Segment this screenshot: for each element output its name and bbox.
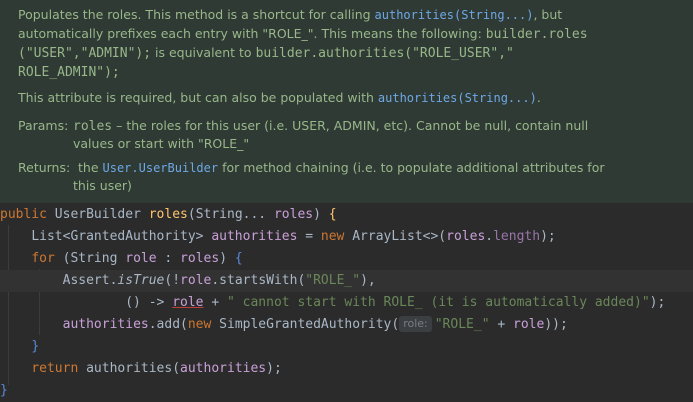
doc-text: automatically prefixes each entry with "… [18,26,486,41]
string-literal: "ROLE_" [305,273,361,288]
paren: ) [313,207,329,222]
lambda: () -> [125,295,173,310]
terminator: ), [360,273,376,288]
doc-code: builder.authorities("ROLE_USER"," [255,46,514,61]
params-tag: Params: [18,118,69,133]
code-line-7[interactable]: } [0,336,693,358]
param-type: String... [195,207,274,222]
class-ref: Assert. [62,273,118,288]
code-line-1[interactable]: public UserBuilder roles(String... roles… [0,204,693,226]
variable: authorities [62,317,149,332]
constructor: SimpleGrantedAuthority( [219,317,400,332]
keyword: public [0,207,55,222]
code-editor[interactable]: public UserBuilder roles(String... roles… [0,203,693,402]
type: String [70,251,126,266]
terminator: ); [540,229,556,244]
argument: role [513,317,545,332]
doc-paragraph-1: Populates the roles. This method is a sh… [18,6,562,25]
returns-text: the [78,160,103,175]
dot: . [485,229,494,244]
variable: authorities [211,229,298,244]
operator: : [156,251,181,266]
string-literal: "ROLE_" [434,317,490,332]
code-line-4[interactable]: Assert.isTrue(!role.startsWith("ROLE_"), [0,270,693,292]
brace: { [234,251,243,266]
doc-link-authorities-2[interactable]: authorities(String...) [378,91,537,105]
paren: ( [187,207,196,222]
variable: role [180,273,212,288]
operator: + [489,317,514,332]
param-desc: – the roles for this user (i.e. USER, AD… [112,118,589,133]
javadoc-popup: Populates the roles. This method is a sh… [0,0,693,203]
keyword: new [187,317,220,332]
doc-paragraph-1-line2: automatically prefixes each entry with "… [18,25,588,44]
brace: } [31,339,40,354]
method-call: .add( [148,317,188,332]
parameter-hint: role: [399,316,432,332]
params-value-line2: values or start with "ROLE_" [73,136,250,151]
returns-value-line2: this user) [73,178,132,193]
doc-text: Populates the roles. This method is a sh… [18,7,375,22]
doc-code: ("USER","ADMIN"); [18,46,152,61]
terminator: ); [266,361,282,376]
variable: role [172,295,204,310]
keyword: new [320,229,353,244]
terminator: )); [544,317,568,332]
operator: = [297,229,321,244]
code-line-6[interactable]: authorities.add(new SimpleGrantedAuthori… [0,314,693,336]
brace: { [328,207,337,222]
doc-text: . [536,90,541,105]
paren: ) [219,251,235,266]
variable: role [125,251,157,266]
string-literal: " cannot start with ROLE_ (it is automat… [227,295,650,310]
argument: authorities [180,361,267,376]
code-line-9[interactable]: } [0,380,693,402]
method-name: roles [148,207,188,222]
param-name: roles [273,207,314,222]
paren: (! [164,273,181,288]
doc-code: ROLE_ADMIN"); [18,65,120,80]
doc-text: , but [533,7,563,22]
returns-value: the User.UserBuilder for method chaining… [78,159,605,178]
keyword: return [31,361,87,376]
keyword: for [31,251,63,266]
doc-code: builder.roles [485,27,588,42]
argument: roles [446,229,486,244]
code-line-5[interactable]: () -> role + " cannot start with ROLE_ (… [0,292,693,314]
returns-text: for method chaining (i.e. to populate ad… [218,160,605,175]
code-line-3[interactable]: for (String role : roles) { [0,248,693,270]
code-line-2[interactable]: List<GrantedAuthority> authorities = new… [0,226,693,248]
terminator: ); [649,295,666,310]
doc-paragraph-2: This attribute is required, but can also… [18,89,541,108]
params-value: roles – the roles for this user (i.e. US… [73,117,588,136]
doc-paragraph-1-line4: ROLE_ADMIN"); [18,63,120,82]
operator: + [203,295,227,310]
doc-link-userbuilder[interactable]: User.UserBuilder [103,161,219,175]
doc-text: is equivalent to [151,45,256,60]
type: UserBuilder [54,207,149,222]
doc-link-authorities[interactable]: authorities(String...) [375,8,534,22]
field: length [493,229,541,244]
code-line-8[interactable]: return authorities(authorities); [0,358,693,380]
param-name: roles [73,119,113,134]
argument: roles [180,251,220,266]
method-call: .startsWith( [211,273,306,288]
brace: } [0,383,8,398]
method-call: isTrue [117,273,165,288]
returns-tag: Returns: [18,160,71,175]
type: List<GrantedAuthority> [31,229,212,244]
doc-paragraph-1-line3: ("USER","ADMIN"); is equivalent to build… [18,44,514,63]
constructor: ArrayList<>( [352,229,447,244]
paren: ( [172,361,181,376]
method-call: authorities [86,361,173,376]
doc-text: This attribute is required, but can also… [18,90,378,105]
